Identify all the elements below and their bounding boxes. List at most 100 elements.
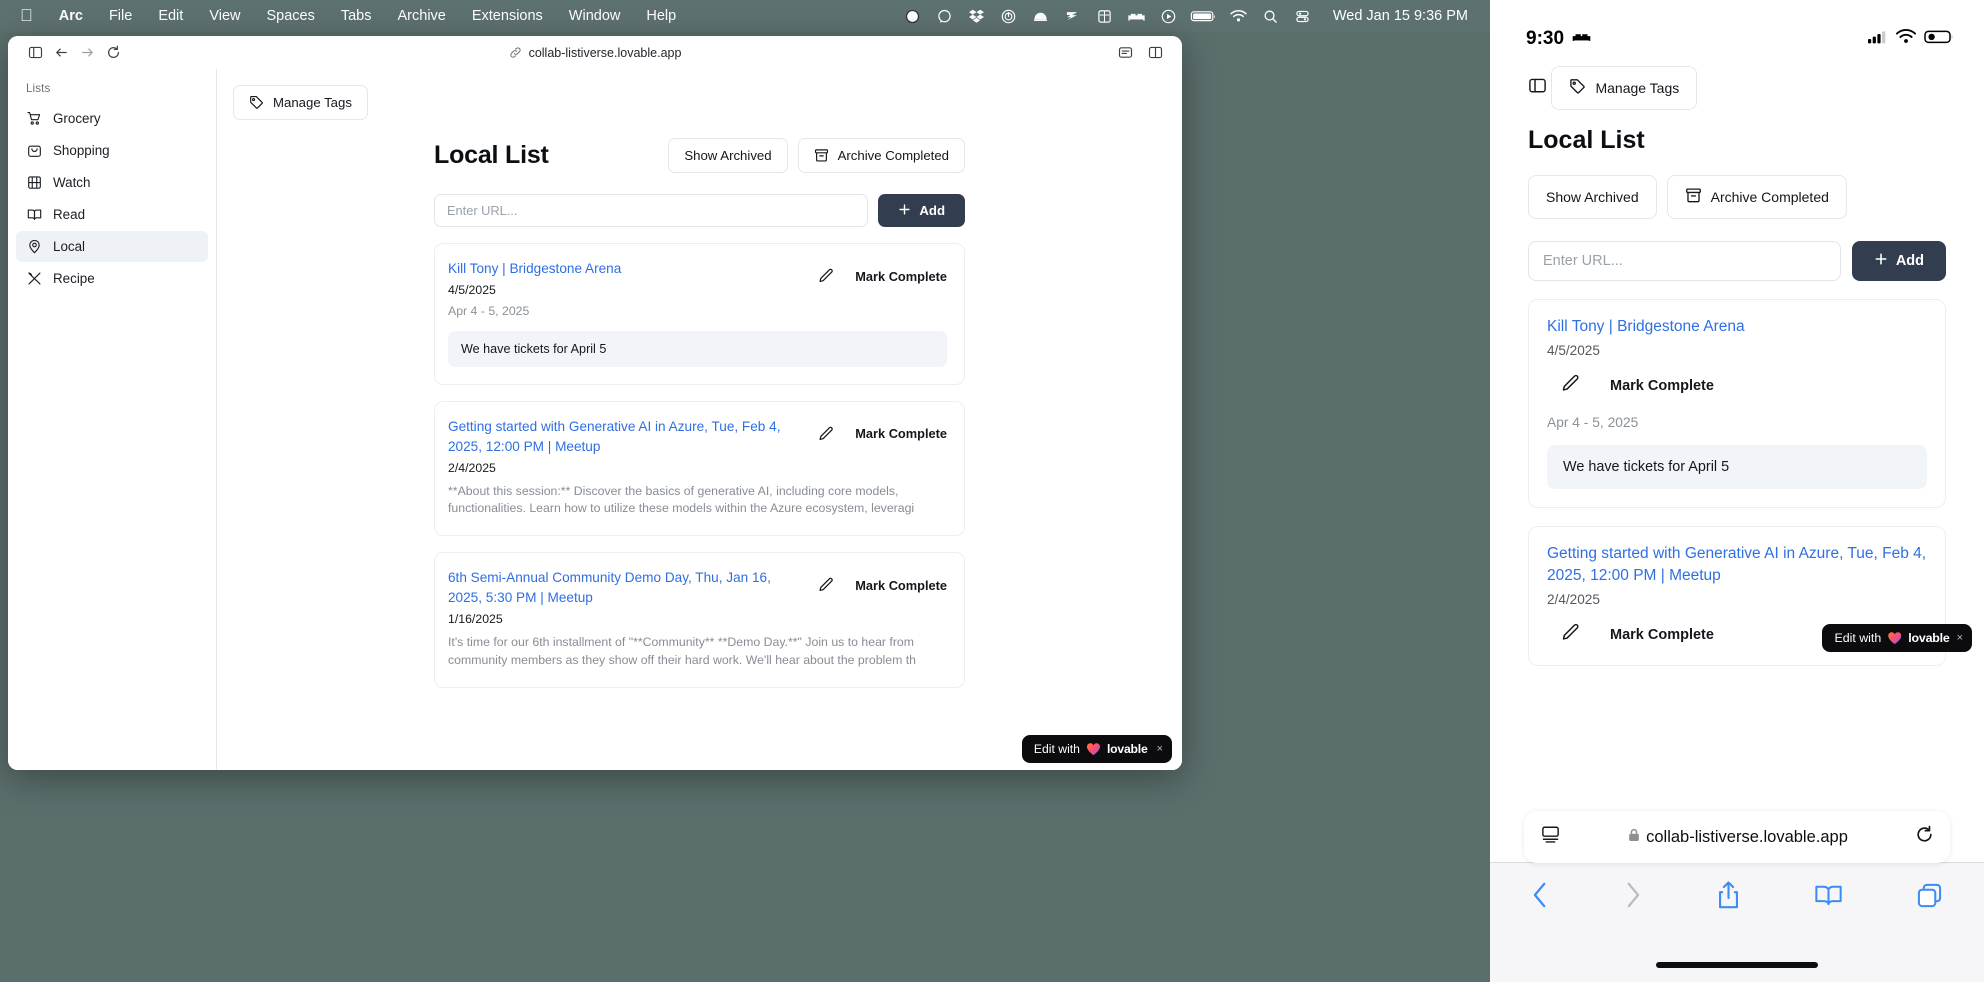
bell-dome-icon[interactable] [1025,5,1057,27]
sidebar-item-watch[interactable]: Watch [16,167,208,198]
mark-complete-button[interactable]: Mark Complete [855,269,947,284]
sidebar-item-read[interactable]: Read [16,199,208,230]
battery-icon[interactable] [1185,5,1223,27]
menu-item-spaces[interactable]: Spaces [253,8,327,24]
mobile-manage-tags-button[interactable]: Manage Tags [1551,66,1698,110]
safari-tabs-icon[interactable] [1917,883,1942,908]
card-top-row: Kill Tony | Bridgestone Arena 4/5/2025 M… [448,259,947,297]
control-center-icon[interactable] [1287,5,1319,27]
menu-item-extensions[interactable]: Extensions [459,8,556,24]
card-title-link[interactable]: Kill Tony | Bridgestone Arena [448,259,806,279]
safari-reload-icon[interactable] [1915,825,1934,849]
pencil-icon[interactable] [1561,623,1580,647]
search-icon[interactable] [1255,5,1287,27]
menu-item-view[interactable]: View [196,8,253,24]
mobile-lovable-badge[interactable]: Edit with lovable × [1822,624,1972,652]
iphone-screen: 9:30 Manage Tags Local List Show Archive… [1490,0,1984,982]
card-controls: Mark Complete [818,259,947,284]
screen-root:  Arc File Edit View Spaces Tabs Archive… [0,0,1984,982]
mark-complete-button[interactable]: Mark Complete [855,578,947,593]
sidebar-item-label: Shopping [53,143,110,158]
sidebar-item-grocery[interactable]: Grocery [16,103,208,134]
note-panel-icon[interactable] [1112,41,1138,65]
bed-icon[interactable] [1121,5,1153,27]
card-title-link[interactable]: Getting started with Generative AI in Az… [448,417,806,457]
lovable-brand: lovable [1908,631,1950,645]
wifi-icon[interactable] [1223,5,1255,27]
close-icon[interactable]: × [1155,743,1163,755]
safari-share-icon[interactable] [1717,881,1740,909]
mobile-archive-completed-button[interactable]: Archive Completed [1666,175,1847,219]
mobile-mark-complete-button[interactable]: Mark Complete [1610,378,1714,394]
card-top-row: Getting started with Generative AI in Az… [448,417,947,475]
forward-icon[interactable] [74,41,100,65]
url-input[interactable] [434,194,869,227]
mobile-add-button[interactable]: Add [1851,241,1946,281]
menu-item-archive[interactable]: Archive [385,8,459,24]
menu-item-tabs[interactable]: Tabs [328,8,385,24]
mobile-show-archived-button[interactable]: Show Archived [1528,175,1657,219]
speech-bubble-icon[interactable] [929,5,961,27]
sidebar-toggle-icon[interactable] [22,41,48,65]
sidebar-item-local[interactable]: Local [16,231,208,262]
mobile-url-input[interactable] [1528,241,1841,281]
safari-bottom-bar: collab-listiverse.lovable.app [1490,811,1984,982]
sidebar-item-shopping[interactable]: Shopping [16,135,208,166]
pencil-icon[interactable] [818,577,834,593]
reload-icon[interactable] [100,41,126,65]
pencil-icon[interactable] [1561,374,1580,398]
card-title-link[interactable]: 6th Semi-Annual Community Demo Day, Thu,… [448,568,806,608]
split-view-icon[interactable] [1142,41,1168,65]
record-circle-icon[interactable] [897,5,929,27]
sidebar-item-label: Recipe [53,271,95,286]
safari-back-icon[interactable] [1532,882,1549,908]
menu-item-file[interactable]: File [96,8,145,24]
page-title: Local List [434,141,549,169]
mobile-card-title-link[interactable]: Getting started with Generative AI in Az… [1547,543,1927,587]
back-icon[interactable] [48,41,74,65]
archive-completed-button[interactable]: Archive Completed [797,138,965,173]
zap-lines-icon[interactable] [1057,5,1089,27]
card-main: Getting started with Generative AI in Az… [448,417,818,475]
menu-item-window[interactable]: Window [556,8,634,24]
apple-logo-icon[interactable]:  [12,7,46,26]
macos-menu-bar:  Arc File Edit View Spaces Tabs Archive… [0,0,1490,32]
archive-completed-label: Archive Completed [837,148,949,163]
mobile-card-title-link[interactable]: Kill Tony | Bridgestone Arena [1547,316,1927,338]
add-url-row: Add [434,194,965,227]
safari-url-bar[interactable]: collab-listiverse.lovable.app [1524,811,1950,863]
card-subtitle: Apr 4 - 5, 2025 [448,303,530,318]
reader-view-icon[interactable] [1540,824,1561,850]
sidebar-heading: Lists [26,82,51,95]
pencil-icon[interactable] [818,268,834,284]
mobile-sidebar-toggle-icon[interactable] [1528,60,1547,105]
dropbox-icon[interactable] [961,5,993,27]
lovable-badge[interactable]: Edit with lovable × [1021,735,1172,763]
safari-bookmarks-icon[interactable] [1815,883,1842,907]
show-archived-button[interactable]: Show Archived [668,138,788,173]
url-display[interactable]: collab-listiverse.lovable.app [8,36,1182,69]
mobile-page-title: Local List [1528,126,1645,154]
mark-complete-button[interactable]: Mark Complete [855,426,947,441]
pencil-icon[interactable] [818,426,834,442]
iphone-status-bar: 9:30 [1490,0,1984,60]
frame-grid-icon[interactable] [1089,5,1121,27]
bed-icon [1572,28,1591,50]
mobile-mark-complete-button[interactable]: Mark Complete [1610,627,1714,643]
menu-item-help[interactable]: Help [633,8,689,24]
card-description: **About this session:** Discover the bas… [448,483,915,516]
power-circle-icon[interactable] [993,5,1025,27]
book-open-icon [26,207,42,223]
manage-tags-button[interactable]: Manage Tags [233,85,368,120]
page-header: Local List Show Archived Archive Complet… [434,138,965,173]
menu-item-arc[interactable]: Arc [46,8,96,24]
sidebar-item-recipe[interactable]: Recipe [16,263,208,294]
menu-item-edit[interactable]: Edit [145,8,196,24]
safari-forward-icon[interactable] [1624,882,1641,908]
play-circle-icon[interactable] [1153,5,1185,27]
card-top-row: 6th Semi-Annual Community Demo Day, Thu,… [448,568,947,626]
url-text: collab-listiverse.lovable.app [528,45,682,60]
menu-bar-clock[interactable]: Wed Jan 15 9:36 PM [1319,8,1478,24]
add-button[interactable]: Add [878,194,965,227]
close-icon[interactable]: × [1957,632,1963,644]
